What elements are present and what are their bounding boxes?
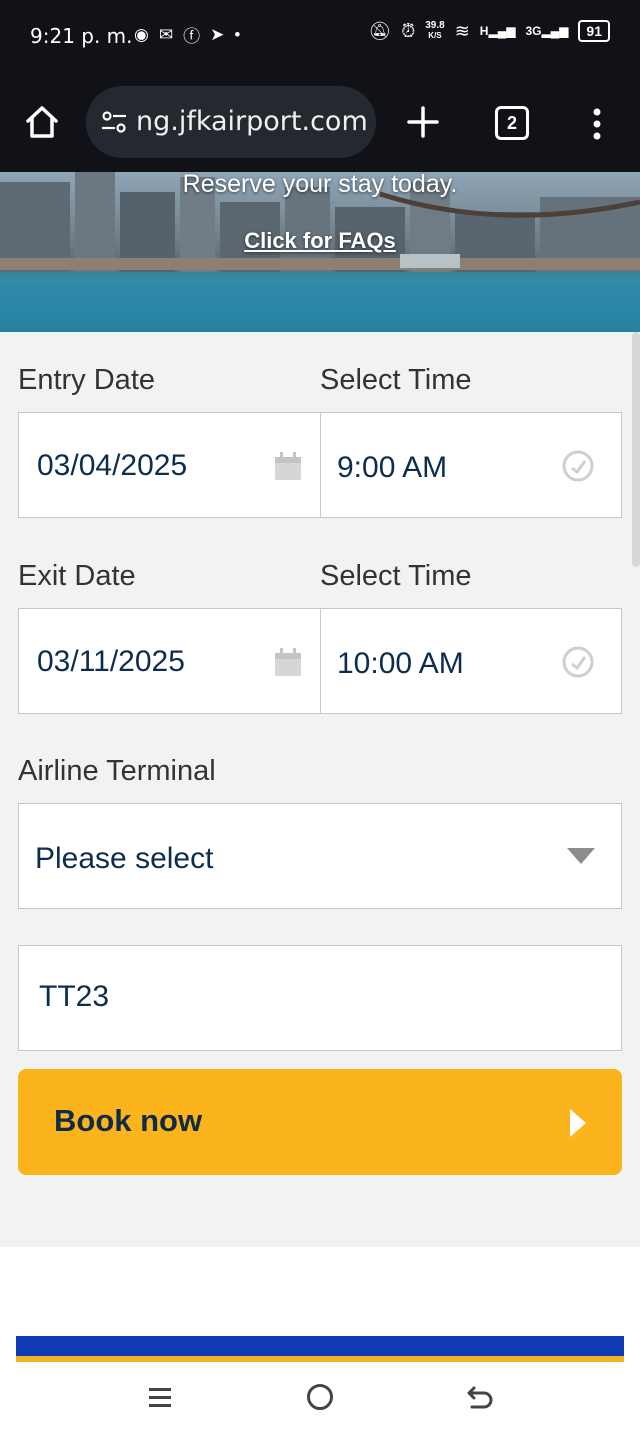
tab-switcher-button[interactable]: 2 <box>495 106 529 140</box>
battery-level: 91 <box>586 23 602 39</box>
exit-time-field[interactable]: 10:00 AM <box>320 608 622 714</box>
home-icon[interactable] <box>22 102 62 142</box>
entry-date-field[interactable]: 03/04/2025 <box>18 412 321 518</box>
status-time: 9:21 p. m. <box>30 24 133 48</box>
signal-3g-icon: 3G▂▄▆ <box>525 24 569 38</box>
entry-time-value: 9:00 AM <box>337 451 448 484</box>
terminal-selected-value: Please select <box>35 842 214 875</box>
airline-terminal-label: Airline Terminal <box>18 755 216 787</box>
net-speed-value: 39.8 <box>425 20 445 31</box>
signal-h-label: H <box>479 24 489 38</box>
system-nav-bar <box>0 1362 640 1433</box>
book-now-label: Book now <box>54 1103 203 1138</box>
airline-terminal-select[interactable]: Please select <box>18 803 622 909</box>
battery-icon: 91 <box>578 20 610 42</box>
system-icons: 🔕︎ ⏰︎ 39.8 K/S ≋ H▂▄▆ 3G▂▄▆ 91 <box>368 20 610 42</box>
entry-time-field[interactable]: 9:00 AM <box>320 412 622 518</box>
scrollbar[interactable] <box>632 332 640 567</box>
chevron-down-icon[interactable] <box>567 848 595 864</box>
more-notifications-icon: • <box>234 24 241 44</box>
gmail-icon: ✉ <box>158 24 174 44</box>
telegram-icon: ➤ <box>210 24 225 44</box>
alarm-icon: ⏰︎ <box>401 20 416 41</box>
recent-apps-icon[interactable] <box>148 1386 172 1408</box>
signal-h-icon: H▂▄▆ <box>479 24 516 38</box>
exit-date-field[interactable]: 03/11/2025 <box>18 608 321 714</box>
hero-tagline: Reserve your stay today. <box>182 172 458 198</box>
wifi-icon: ≋ <box>454 20 470 41</box>
calendar-icon[interactable] <box>274 647 302 677</box>
clock-icon[interactable] <box>561 645 595 679</box>
exit-date-value: 03/11/2025 <box>37 645 185 678</box>
promo-code-value: TT23 <box>39 980 110 1013</box>
clock-icon[interactable] <box>561 449 595 483</box>
nav-home-icon[interactable] <box>307 1384 333 1410</box>
promo-code-input[interactable]: TT23 <box>18 945 622 1051</box>
exit-time-value: 10:00 AM <box>337 647 464 680</box>
more-menu-icon[interactable] <box>584 104 610 144</box>
entry-date-value: 03/04/2025 <box>37 449 188 482</box>
status-bar: 9:21 p. m. ◉ ✉ ⓕ ➤ • 🔕︎ ⏰︎ 39.8 K/S ≋ H▂… <box>0 0 640 72</box>
new-tab-icon[interactable] <box>403 102 443 142</box>
entry-time-label: Select Time <box>320 364 472 396</box>
address-bar[interactable]: ng.jfkairport.com <box>86 86 376 158</box>
url-text[interactable]: ng.jfkairport.com <box>136 106 368 137</box>
calendar-icon[interactable] <box>274 451 302 481</box>
net-speed-unit: K/S <box>428 31 442 40</box>
network-speed: 39.8 K/S <box>425 21 444 41</box>
faq-link[interactable]: Click for FAQs <box>0 228 640 254</box>
footer-stripe-blue <box>16 1336 624 1356</box>
book-now-button[interactable]: Book now <box>18 1069 622 1175</box>
messenger-icon: ◉ <box>134 24 149 44</box>
facebook-icon: ⓕ <box>183 27 201 46</box>
exit-date-label: Exit Date <box>18 560 136 592</box>
notification-icons: ◉ ✉ ⓕ ➤ • <box>134 22 240 47</box>
entry-date-label: Entry Date <box>18 364 155 396</box>
hero-banner: Reserve your stay today. Click for FAQs <box>0 172 640 332</box>
signal-3g-label: 3G <box>525 24 542 38</box>
mute-icon: 🔕︎ <box>368 20 392 41</box>
arrow-right-icon <box>570 1109 586 1137</box>
booking-form: Entry Date Select Time 03/04/2025 9:00 A… <box>0 332 640 1247</box>
browser-toolbar: ng.jfkairport.com 2 <box>0 72 640 172</box>
site-settings-icon[interactable] <box>100 108 128 136</box>
back-icon[interactable] <box>466 1384 494 1410</box>
exit-time-label: Select Time <box>320 560 472 592</box>
